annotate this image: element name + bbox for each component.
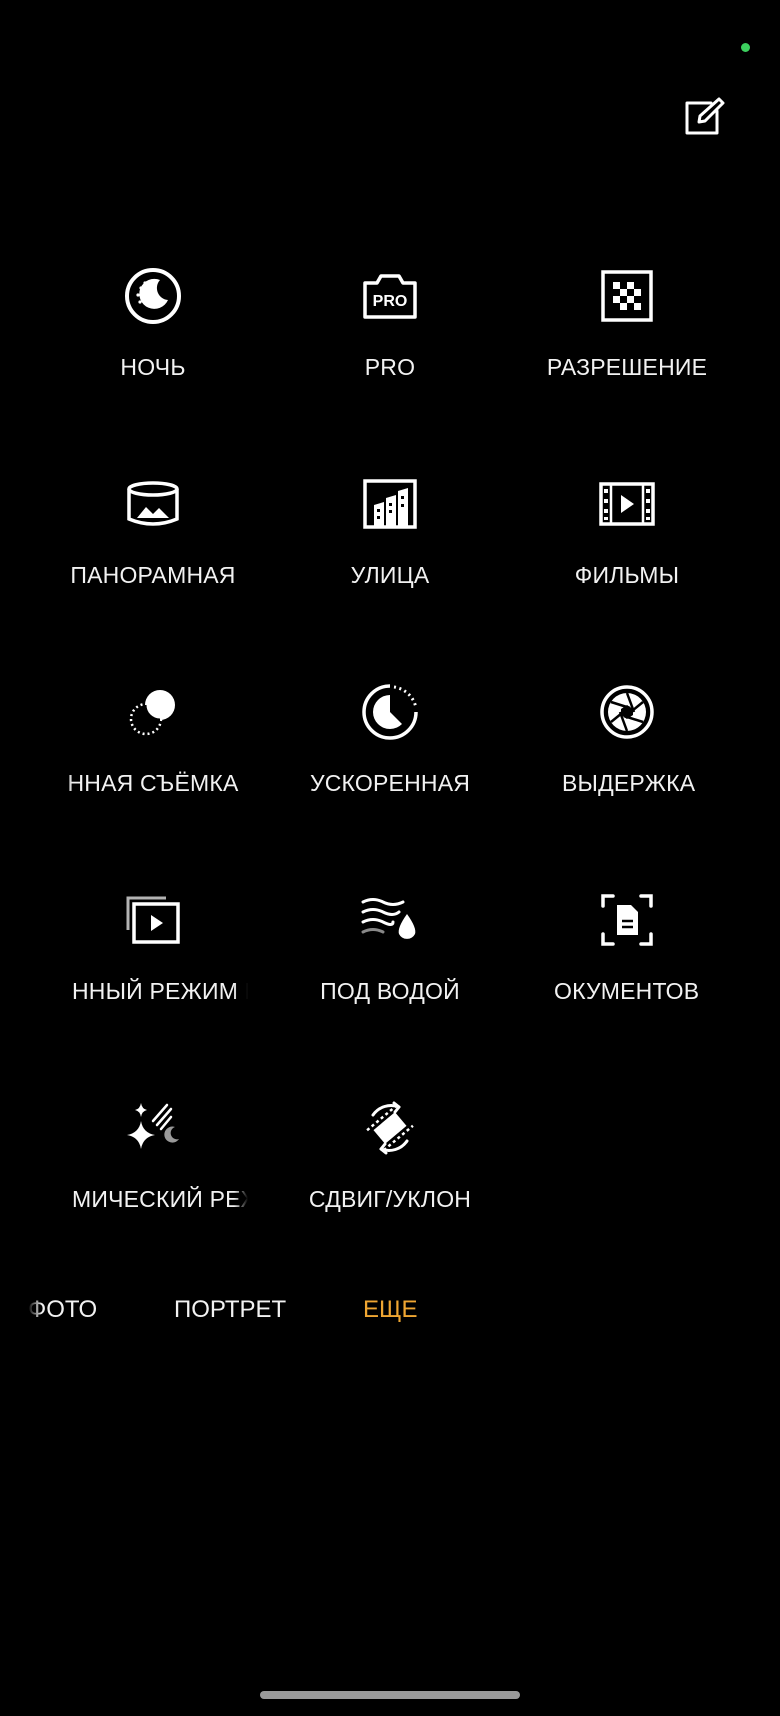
mode-panorama[interactable]: ПАНОРАМНАЯ bbox=[43, 472, 263, 632]
mode-label: УЛИЦА bbox=[350, 562, 430, 588]
street-icon bbox=[358, 472, 422, 536]
mode-label: СДВИГ/УКЛОН bbox=[308, 1186, 472, 1212]
mode-video[interactable]: ННЫЙ РЕЖИМ В bbox=[43, 888, 263, 1048]
video-mode-icon bbox=[121, 888, 185, 952]
shutter-aperture-icon bbox=[595, 680, 659, 744]
mode-label: PRO bbox=[364, 354, 416, 380]
mode-street[interactable]: УЛИЦА bbox=[280, 472, 500, 632]
mode-underwater[interactable]: ПОД ВОДОЙ bbox=[280, 888, 500, 1048]
tab-photo[interactable]: ФОТО bbox=[28, 1296, 97, 1324]
mode-label: ННАЯ СЪЁМКА bbox=[67, 770, 239, 796]
mode-film[interactable]: ФИЛЬМЫ bbox=[517, 472, 737, 632]
panorama-icon bbox=[121, 472, 185, 536]
mode-resolution[interactable]: РАЗРЕШЕНИЕ bbox=[517, 264, 737, 424]
mode-label: МИЧЕСКИЙ РЕЖ bbox=[72, 1186, 248, 1212]
document-scan-icon bbox=[595, 888, 659, 952]
camera-mode-tabs: ФОТО ПОРТРЕТ ЕЩЕ bbox=[0, 1296, 780, 1336]
tab-more[interactable]: ЕЩЕ bbox=[363, 1296, 418, 1324]
camera-more-modes-screen: НОЧЬ PRO PRO РАЗРЕШЕНИЕ ПАНОРАМНАЯ УЛИЦА… bbox=[0, 0, 780, 1716]
mode-label: НОЧЬ bbox=[120, 354, 186, 380]
tilt-shift-icon bbox=[358, 1096, 422, 1160]
mode-label: ФИЛЬМЫ bbox=[574, 562, 680, 588]
mode-label: ПОД ВОДОЙ bbox=[320, 978, 460, 1004]
edit-icon bbox=[685, 97, 725, 135]
mode-pro[interactable]: PRO PRO bbox=[280, 264, 500, 424]
pro-camera-icon: PRO bbox=[358, 264, 422, 328]
mode-tilt-shift[interactable]: СДВИГ/УКЛОН bbox=[280, 1096, 500, 1256]
mode-label: РАЗРЕШЕНИЕ bbox=[546, 354, 708, 380]
mode-label: ПАНОРАМНАЯ bbox=[70, 562, 236, 588]
resolution-icon bbox=[595, 264, 659, 328]
mode-time-lapse[interactable]: УСКОРЕННАЯ bbox=[280, 680, 500, 840]
cosmic-icon bbox=[121, 1096, 185, 1160]
edit-button[interactable] bbox=[676, 90, 730, 144]
underwater-icon bbox=[358, 888, 422, 952]
mode-document-scan[interactable]: ОКУМЕНТОВ bbox=[517, 888, 737, 1048]
time-lapse-icon bbox=[358, 680, 422, 744]
mode-label: ННЫЙ РЕЖИМ В bbox=[72, 978, 248, 1004]
mode-label: УСКОРЕННАЯ bbox=[309, 770, 471, 796]
mode-label: ВЫДЕРЖКА bbox=[562, 770, 696, 796]
mode-long-exposure[interactable]: ВЫДЕРЖКА bbox=[517, 680, 737, 840]
home-indicator[interactable] bbox=[260, 1691, 520, 1699]
mode-night[interactable]: НОЧЬ bbox=[43, 264, 263, 424]
mode-dual-exposure[interactable]: ННАЯ СЪЁМКА bbox=[43, 680, 263, 840]
pro-icon-text: PRO bbox=[373, 293, 408, 310]
mode-cosmic[interactable]: МИЧЕСКИЙ РЕЖ bbox=[43, 1096, 263, 1256]
film-icon bbox=[595, 472, 659, 536]
night-icon bbox=[121, 264, 185, 328]
tab-portrait[interactable]: ПОРТРЕТ bbox=[174, 1296, 286, 1324]
mode-label: ОКУМЕНТОВ bbox=[554, 978, 700, 1004]
dual-exposure-icon bbox=[121, 680, 185, 744]
privacy-indicator-dot bbox=[741, 43, 750, 52]
